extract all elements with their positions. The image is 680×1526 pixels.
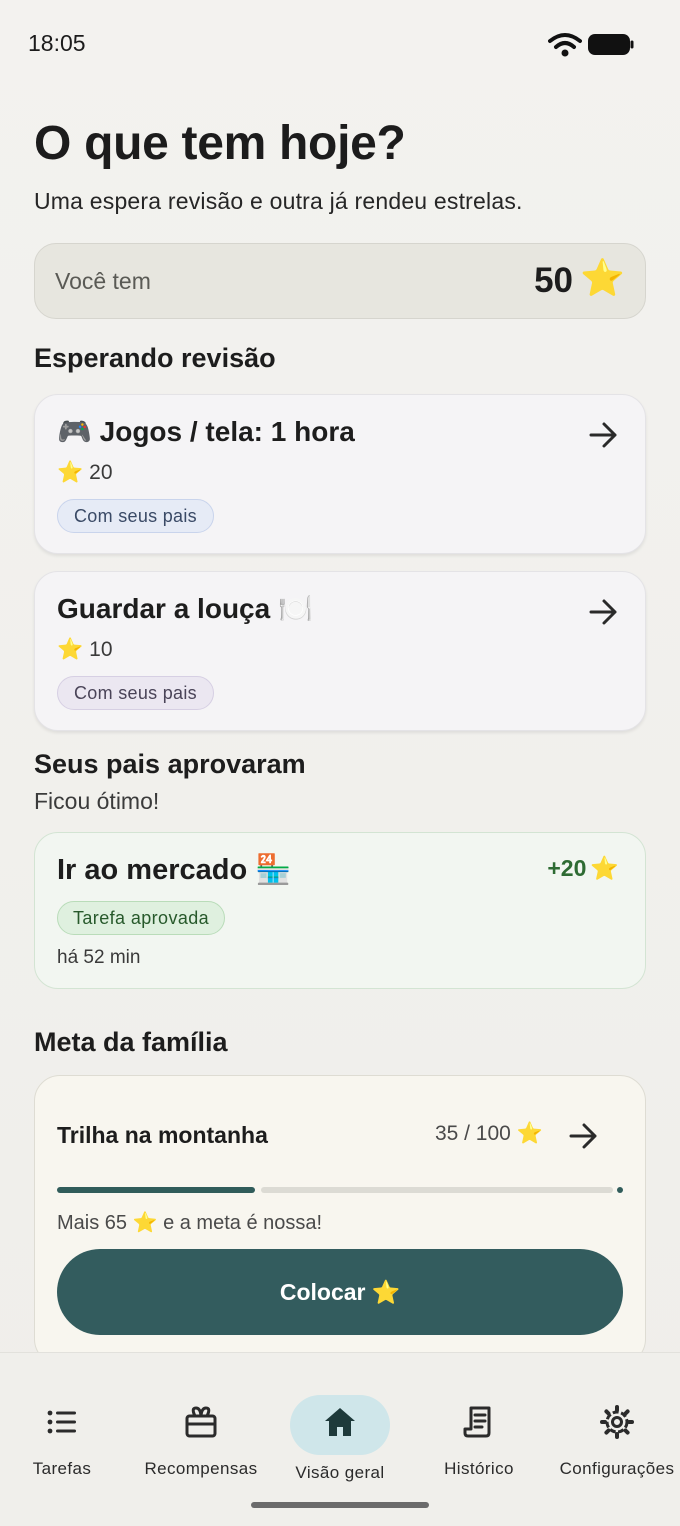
goal-progress-fill [57, 1187, 255, 1193]
approved-section-subtitle: Ficou ótimo! [34, 788, 160, 814]
task-title: 🎮 Jogos / tela: 1 hora [57, 416, 355, 447]
status-chip: Com seus pais [57, 676, 214, 710]
contribute-button-label: Colocar [279, 1279, 366, 1305]
nav-label: Tarefas [32, 1459, 92, 1478]
gift-icon [185, 1406, 217, 1438]
task-stars: ⭐ 20 [57, 461, 113, 485]
battery-icon [588, 34, 634, 55]
goal-count: 35 / 100 ⭐ [435, 1122, 543, 1146]
star-icon: ⭐ [580, 257, 625, 298]
task-stars: ⭐ 10 [57, 638, 113, 662]
star-icon: ⭐ [516, 1122, 543, 1145]
task-title: Ir ao mercado 🏪 [57, 854, 292, 886]
arrow-right-icon[interactable] [589, 598, 619, 626]
points-earned: +20 ⭐ [547, 855, 619, 882]
star-balance: Você tem 50 ⭐ [34, 243, 646, 319]
status-time: 18:05 [28, 30, 86, 56]
pending-task-card[interactable]: Guardar a louça 🍽️ ⭐ 10 Com seus pais [34, 571, 646, 731]
nav-label: Configurações [559, 1459, 675, 1478]
nav-item-configuracoes[interactable]: Configurações [547, 1373, 680, 1483]
screen: 18:05 O que tem hoje? Uma espera revisão… [0, 0, 680, 1526]
goal-message-after: e a meta é nossa! [163, 1212, 323, 1234]
nav-item-historico[interactable]: Histórico [409, 1373, 549, 1483]
nav-label: Recompensas [144, 1459, 258, 1478]
nav-item-tarefas[interactable]: Tarefas [0, 1373, 132, 1483]
task-stars-value: 10 [89, 638, 113, 661]
bottom-navigation: Tarefas Recompensas Visão geral Históric… [0, 1352, 680, 1526]
goal-progress-bar [57, 1186, 623, 1194]
balance-value: 50 [534, 261, 573, 300]
arrow-right-icon[interactable] [589, 421, 619, 449]
star-icon: ⭐ [132, 1212, 158, 1234]
family-goal-card: Trilha na montanha 35 / 100 ⭐ Mais 65 ⭐ e… [34, 1075, 646, 1365]
star-icon: ⭐ [371, 1279, 401, 1305]
approved-time: há 52 min [57, 947, 141, 968]
pending-section-title: Esperando revisão [34, 343, 276, 373]
page-subtitle: Uma espera revisão e outra já rendeu est… [34, 188, 523, 214]
goal-progress-remaining [261, 1187, 613, 1193]
points-earned-value: +20 [547, 855, 587, 881]
goal-name: Trilha na montanha [57, 1122, 268, 1148]
status-bar: 18:05 [0, 0, 680, 88]
pending-task-card[interactable]: 🎮 Jogos / tela: 1 hora ⭐ 20 Com seus pais [34, 394, 646, 554]
star-icon: ⭐ [57, 638, 84, 661]
page-title: O que tem hoje? [34, 117, 406, 170]
goal-section-title: Meta da família [34, 1027, 228, 1057]
star-icon: ⭐ [590, 855, 619, 881]
approved-section-title: Seus pais aprovaram [34, 749, 306, 779]
task-stars-value: 20 [89, 461, 113, 484]
goal-count-value: 35 / 100 [434, 1122, 511, 1145]
star-icon: ⭐ [57, 461, 84, 484]
balance-label: Você tem [55, 268, 151, 294]
goal-message: Mais 65 ⭐ e a meta é nossa! [57, 1210, 322, 1235]
home-indicator[interactable] [251, 1502, 429, 1508]
gear-icon [600, 1405, 634, 1439]
nav-label: Visão geral [295, 1463, 385, 1482]
receipt-icon [463, 1406, 491, 1438]
task-title: Guardar a louça 🍽️ [57, 593, 313, 624]
contribute-button[interactable]: Colocar ⭐ [57, 1249, 623, 1335]
goal-progress-end-dot [617, 1187, 623, 1193]
approved-chip: Tarefa aprovada [57, 901, 226, 935]
arrow-right-icon[interactable] [569, 1122, 599, 1150]
status-chip: Com seus pais [57, 499, 214, 533]
approved-task-card[interactable]: Ir ao mercado 🏪 +20 ⭐ Tarefa aprovada há … [34, 832, 646, 989]
wifi-icon [548, 33, 582, 57]
nav-item-recompensas[interactable]: Recompensas [131, 1373, 271, 1483]
nav-label: Histórico [444, 1459, 514, 1478]
list-icon [47, 1410, 76, 1434]
home-icon [325, 1408, 355, 1436]
nav-item-visao-geral[interactable]: Visão geral [270, 1373, 410, 1483]
goal-message-before: Mais 65 [57, 1212, 128, 1234]
